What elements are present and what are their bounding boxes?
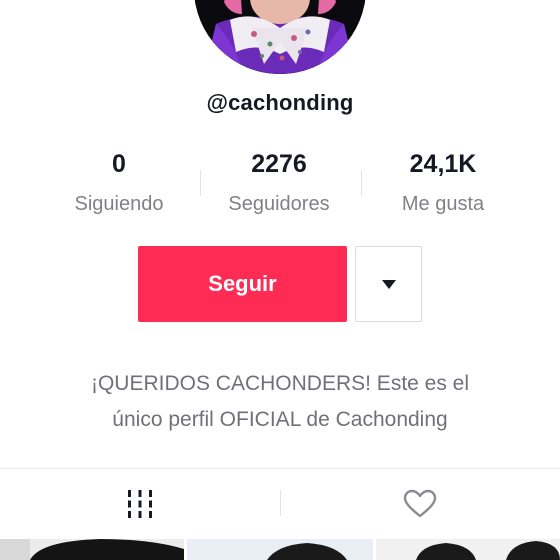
likes-count: 24,1K xyxy=(409,150,477,178)
username: @cachonding xyxy=(206,90,354,115)
tab-videos[interactable] xyxy=(0,469,280,539)
heart-outline-icon xyxy=(403,489,437,518)
following-count: 0 xyxy=(112,150,126,178)
video-grid xyxy=(0,539,560,560)
caret-down-icon xyxy=(381,279,396,289)
followers-label: Seguidores xyxy=(228,193,330,215)
video-thumbnail-image xyxy=(376,539,560,560)
video-thumbnail-image xyxy=(187,539,373,560)
followers-count: 2276 xyxy=(251,150,307,178)
stats-divider xyxy=(361,170,362,196)
stats-divider xyxy=(200,170,201,196)
avatar[interactable] xyxy=(194,0,366,74)
video-thumbnail[interactable] xyxy=(187,539,373,560)
more-options-button[interactable] xyxy=(355,246,422,322)
stat-following[interactable]: 0 Siguiendo xyxy=(39,148,199,217)
bio-line: único perfil OFICIAL de Cachonding xyxy=(112,408,448,431)
profile-stats: 0 Siguiendo 2276 Seguidores 24,1K Me gus… xyxy=(0,148,560,228)
tab-liked[interactable] xyxy=(280,469,560,539)
likes-label: Me gusta xyxy=(401,193,485,215)
video-thumbnail[interactable] xyxy=(0,539,184,560)
following-label: Siguiendo xyxy=(74,193,164,215)
grid-icon xyxy=(128,490,152,518)
profile-bio: ¡QUERIDOS CACHONDERS! Este es el único p… xyxy=(0,366,560,438)
bio-line: ¡QUERIDOS CACHONDERS! Este es el xyxy=(90,372,470,395)
video-thumbnail[interactable] xyxy=(376,539,560,560)
stat-likes: 24,1K Me gusta xyxy=(363,148,523,217)
stat-followers[interactable]: 2276 Seguidores xyxy=(199,148,359,217)
video-thumbnail-image xyxy=(0,539,184,560)
avatar-photo xyxy=(194,0,366,74)
follow-button[interactable]: Seguir xyxy=(138,246,347,322)
